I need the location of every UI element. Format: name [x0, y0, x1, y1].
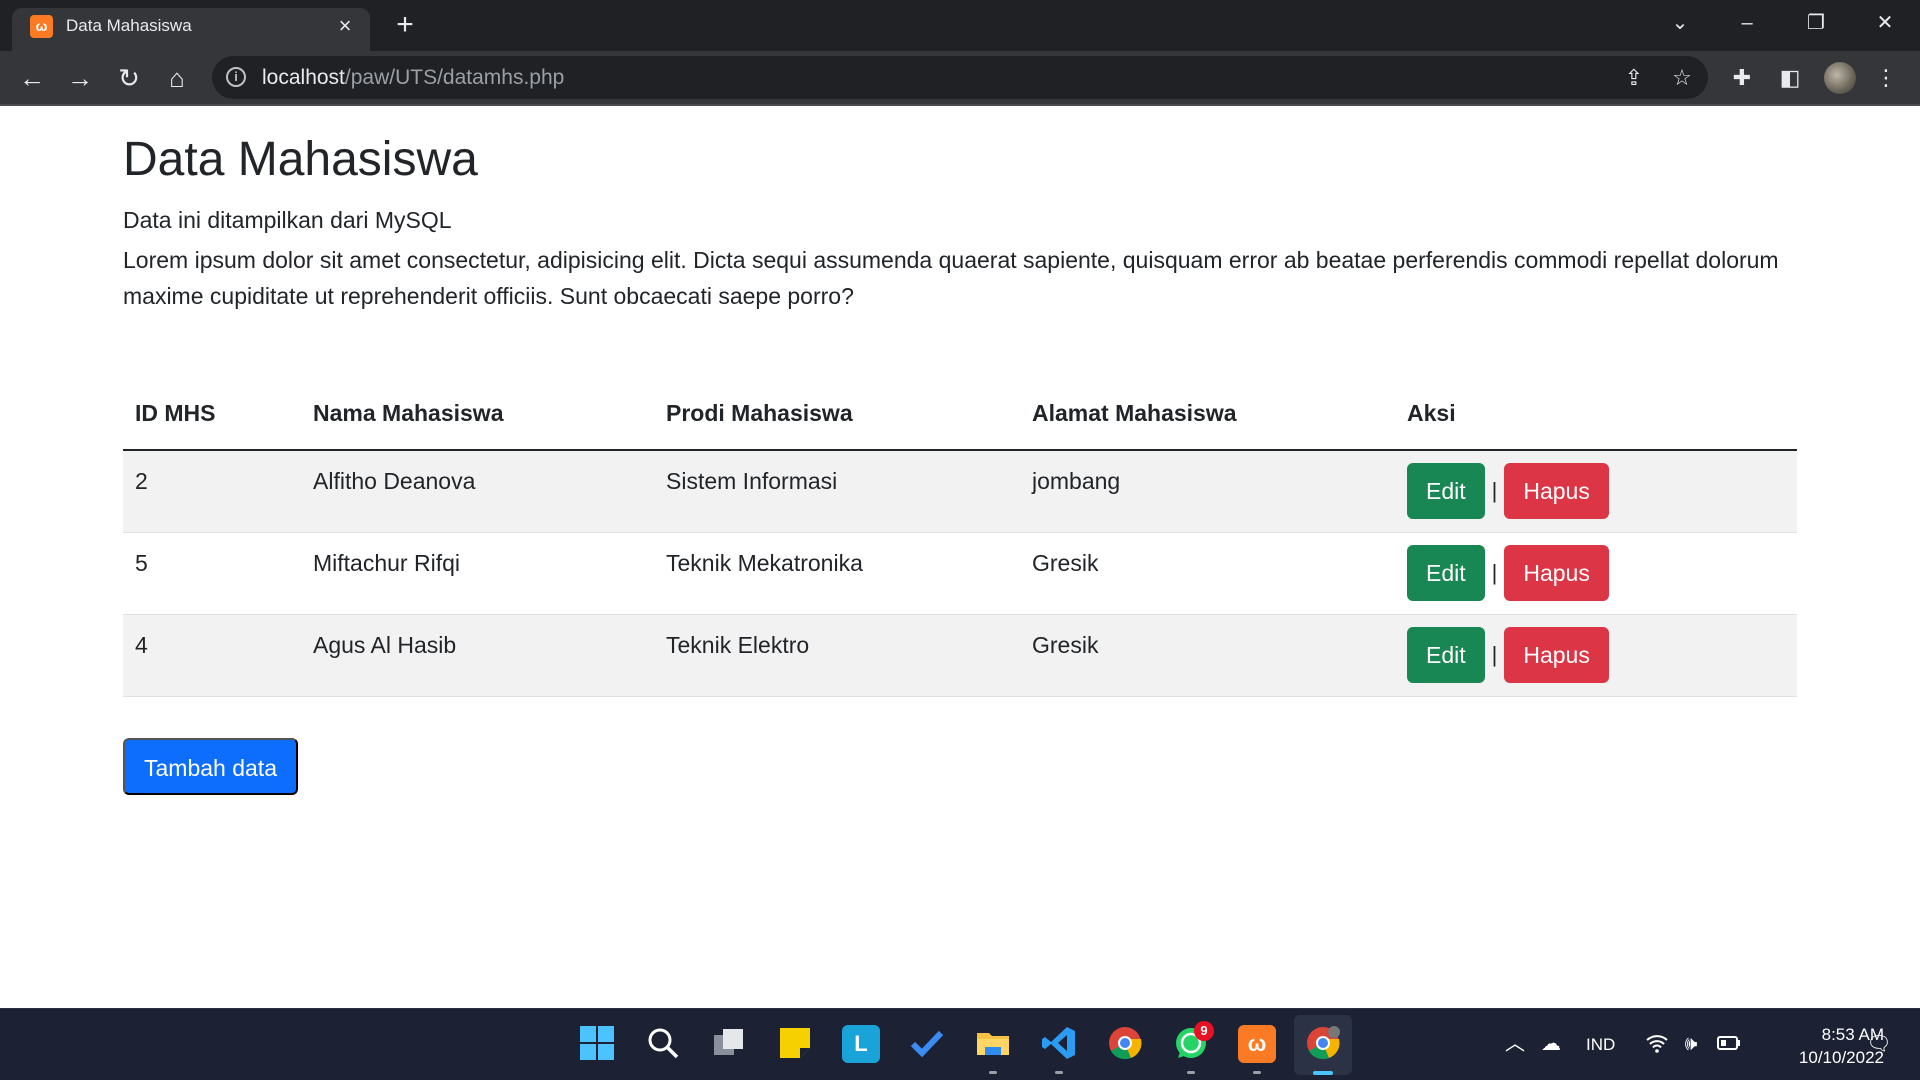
running-indicator [1055, 1071, 1063, 1074]
delete-button[interactable]: Hapus [1504, 627, 1609, 683]
table-row: 4 Agus Al Hasib Teknik Elektro Gresik Ed… [123, 614, 1797, 697]
header-prodi: Prodi Mahasiswa [654, 378, 1020, 451]
side-panel-icon[interactable]: ◧ [1774, 62, 1806, 94]
chrome-icon[interactable] [1106, 1025, 1144, 1063]
delete-button[interactable]: Hapus [1504, 545, 1609, 601]
home-icon[interactable]: ⌂ [159, 60, 195, 96]
lark-app-icon[interactable]: L [842, 1025, 880, 1063]
cell-alamat: Gresik [1020, 614, 1395, 697]
task-view-icon[interactable] [710, 1025, 748, 1063]
cell-aksi: Edit | Hapus [1395, 532, 1797, 615]
onedrive-cloud-icon[interactable]: ☁ [1538, 1031, 1564, 1057]
back-icon[interactable]: ← [14, 60, 50, 96]
table-header-row: ID MHS Nama Mahasiswa Prodi Mahasiswa Al… [123, 378, 1797, 451]
file-explorer-icon[interactable] [974, 1025, 1012, 1063]
site-info-icon[interactable]: i [226, 67, 246, 87]
browser-toolbar: ← → ↻ ⌂ i localhost/paw/UTS/datamhs.php … [0, 51, 1920, 106]
tab-close-icon[interactable]: × [332, 13, 358, 39]
volume-icon[interactable]: 🕪 [1678, 1031, 1704, 1057]
page-content: Data Mahasiswa Data ini ditampilkan dari… [0, 106, 1920, 1008]
xampp-icon[interactable]: ω [1238, 1025, 1276, 1063]
tab-title: Data Mahasiswa [66, 16, 192, 35]
browser-tab-bar: ω Data Mahasiswa × + ⌄ – ❐ ✕ [0, 0, 1920, 51]
student-table: ID MHS Nama Mahasiswa Prodi Mahasiswa Al… [123, 378, 1797, 697]
restore-icon[interactable]: ❐ [1796, 8, 1836, 38]
page-title: Data Mahasiswa [123, 133, 478, 186]
header-nama: Nama Mahasiswa [301, 378, 654, 451]
edit-button[interactable]: Edit [1407, 463, 1485, 520]
header-aksi: Aksi [1395, 378, 1797, 451]
start-windows-icon[interactable] [578, 1025, 616, 1063]
action-separator: | [1491, 478, 1498, 504]
active-app-indicator [1313, 1071, 1333, 1075]
cell-nama: Miftachur Rifqi [301, 532, 654, 615]
page-description: Lorem ipsum dolor sit amet consectetur, … [123, 247, 1779, 309]
show-hidden-icons-icon[interactable]: ︿ [1502, 1031, 1528, 1057]
close-window-icon[interactable]: ✕ [1865, 8, 1905, 38]
tab-search-icon[interactable]: ⌄ [1660, 8, 1700, 38]
url-text[interactable]: localhost/paw/UTS/datamhs.php [262, 66, 564, 90]
new-tab-icon[interactable]: + [390, 10, 420, 40]
action-separator: | [1491, 642, 1498, 667]
edit-button[interactable]: Edit [1407, 545, 1485, 601]
cell-prodi: Sistem Informasi [654, 450, 1020, 533]
cell-aksi: Edit | Hapus [1395, 614, 1797, 697]
browser-tab[interactable]: ω Data Mahasiswa × [12, 8, 370, 51]
add-data-button[interactable]: Tambah data [123, 738, 298, 795]
extensions-icon[interactable]: ✚ [1726, 62, 1758, 94]
running-indicator [989, 1071, 997, 1074]
cell-aksi: Edit | Hapus [1395, 450, 1797, 533]
cell-nama: Alfitho Deanova [301, 450, 654, 533]
whatsapp-badge: 9 [1194, 1021, 1214, 1041]
todo-check-icon[interactable] [908, 1025, 946, 1063]
cell-prodi: Teknik Mekatronika [654, 532, 1020, 615]
menu-icon[interactable]: ⋮ [1870, 62, 1902, 94]
delete-button[interactable]: Hapus [1504, 463, 1609, 520]
sticky-notes-icon[interactable] [776, 1025, 814, 1063]
cell-id: 5 [123, 532, 301, 615]
bookmark-star-icon[interactable]: ☆ [1668, 64, 1696, 92]
running-indicator [1187, 1071, 1195, 1074]
cell-prodi: Teknik Elektro [654, 614, 1020, 697]
edit-button[interactable]: Edit [1407, 627, 1485, 683]
cell-alamat: Gresik [1020, 532, 1395, 615]
vscode-icon[interactable] [1040, 1025, 1078, 1063]
page-subtitle: Data ini ditampilkan dari MySQL [123, 207, 452, 233]
wifi-icon[interactable] [1644, 1031, 1670, 1057]
xampp-favicon-icon: ω [30, 15, 53, 38]
reload-icon[interactable]: ↻ [111, 60, 147, 96]
chrome-profile-icon[interactable] [1304, 1025, 1342, 1063]
header-alamat: Alamat Mahasiswa [1020, 378, 1395, 451]
cell-nama: Agus Al Hasib [301, 614, 654, 697]
language-indicator[interactable]: IND [1586, 1035, 1615, 1055]
header-id: ID MHS [123, 378, 301, 451]
windows-taskbar: L 9 ω ︿ ☁ IND 🕪 8:53 AM 10/10/2022 🗨 [0, 1008, 1920, 1080]
running-indicator [1253, 1071, 1261, 1074]
cell-id: 4 [123, 614, 301, 697]
battery-icon[interactable] [1716, 1031, 1742, 1057]
table-row: 5 Miftachur Rifqi Teknik Mekatronika Gre… [123, 532, 1797, 615]
profile-avatar[interactable] [1824, 62, 1856, 94]
table-row: 2 Alfitho Deanova Sistem Informasi jomba… [123, 450, 1797, 533]
cell-id: 2 [123, 450, 301, 533]
minimize-icon[interactable]: – [1727, 8, 1767, 38]
cell-alamat: jombang [1020, 450, 1395, 533]
share-icon[interactable]: ⇪ [1620, 64, 1648, 92]
action-separator: | [1491, 560, 1498, 585]
forward-icon[interactable]: → [62, 60, 98, 96]
notification-icon[interactable]: 🗨 [1866, 1031, 1892, 1057]
address-bar[interactable]: i localhost/paw/UTS/datamhs.php ⇪ ☆ [212, 56, 1708, 99]
search-icon[interactable] [644, 1025, 682, 1063]
